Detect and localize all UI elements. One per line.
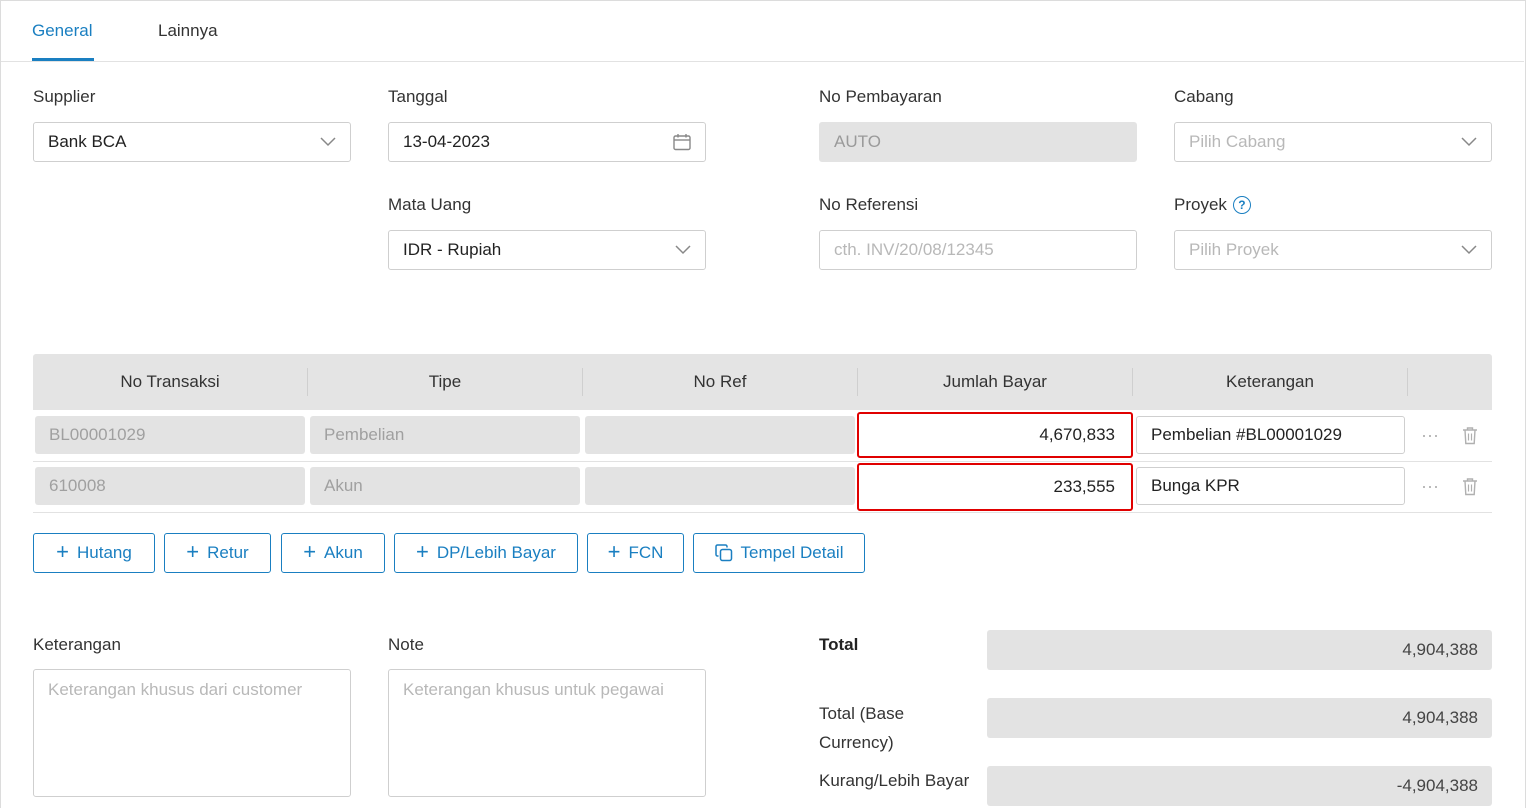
kurang-lebih-bayar-label: Kurang/Lebih Bayar: [819, 771, 970, 790]
cabang-placeholder: Pilih Cabang: [1189, 132, 1286, 151]
no-pembayaran-label: No Pembayaran: [819, 87, 942, 106]
row-1-tipe: Pembelian: [310, 416, 580, 454]
no-referensi-input[interactable]: cth. INV/20/08/12345: [819, 230, 1137, 270]
plus-icon: +: [186, 539, 200, 564]
tanggal-label: Tanggal: [388, 87, 448, 106]
add-fcn-label: FCN: [628, 543, 664, 562]
proyek-label: Proyek?: [1174, 195, 1251, 215]
no-pembayaran-field: AUTO: [819, 122, 1137, 162]
total-base-label-line2: Currency): [819, 733, 894, 752]
add-akun-button[interactable]: + Akun: [281, 533, 385, 573]
column-header-tipe: Tipe: [428, 372, 462, 391]
no-referensi-placeholder: cth. INV/20/08/12345: [834, 240, 994, 259]
tab-general[interactable]: General: [32, 21, 92, 41]
add-fcn-button[interactable]: + FCN: [587, 533, 684, 573]
column-header-jumlah-bayar: Jumlah Bayar: [943, 372, 1047, 391]
tempel-detail-button[interactable]: Tempel Detail: [693, 533, 865, 573]
add-retur-button[interactable]: + Retur: [164, 533, 271, 573]
column-header-keterangan: Keterangan: [1226, 372, 1314, 391]
add-akun-label: Akun: [324, 543, 363, 562]
row-1-no-ref: [585, 416, 855, 454]
copy-icon: [714, 544, 733, 562]
proyek-select[interactable]: Pilih Proyek: [1174, 230, 1492, 270]
row-divider: [33, 512, 1492, 513]
detail-table-header: No Transaksi Tipe No Ref Jumlah Bayar Ke…: [33, 354, 1492, 410]
total-base-currency-label: Total (Base Currency): [819, 699, 904, 757]
help-icon[interactable]: ?: [1232, 196, 1251, 214]
tanggal-value: 13-04-2023: [403, 132, 490, 151]
plus-icon: +: [303, 539, 317, 564]
keterangan-textarea[interactable]: Keterangan khusus dari customer: [33, 669, 351, 797]
mata-uang-label: Mata Uang: [388, 195, 472, 214]
row-2-tipe: Akun: [310, 467, 580, 505]
trash-icon[interactable]: [1458, 424, 1482, 446]
supplier-label: Supplier: [33, 87, 96, 106]
add-hutang-label: Hutang: [77, 543, 132, 562]
row-1-keterangan-input[interactable]: Pembelian #BL00001029: [1136, 416, 1405, 454]
keterangan-label: Keterangan: [33, 635, 121, 654]
column-header-no-transaksi: No Transaksi: [120, 372, 220, 391]
note-textarea[interactable]: Keterangan khusus untuk pegawai: [388, 669, 706, 797]
proyek-placeholder: Pilih Proyek: [1189, 240, 1279, 259]
chevron-down-icon: [675, 245, 691, 255]
chevron-down-icon: [1461, 245, 1477, 255]
row-2-jumlah-bayar-input[interactable]: 233,555: [857, 463, 1133, 511]
supplier-select[interactable]: Bank BCA: [33, 122, 351, 162]
add-dp-lebih-bayar-label: DP/Lebih Bayar: [436, 543, 556, 562]
row-1-jumlah-bayar-input[interactable]: 4,670,833: [857, 412, 1133, 458]
cabang-select[interactable]: Pilih Cabang: [1174, 122, 1492, 162]
no-pembayaran-value: AUTO: [834, 132, 881, 151]
cabang-label: Cabang: [1174, 87, 1234, 106]
row-divider: [33, 461, 1492, 462]
total-value: 4,904,388: [987, 630, 1492, 670]
add-hutang-button[interactable]: + Hutang: [33, 533, 155, 573]
add-retur-label: Retur: [207, 543, 249, 562]
active-tab-indicator: [32, 58, 94, 61]
kurang-lebih-bayar-value: -4,904,388: [987, 766, 1492, 806]
mata-uang-select[interactable]: IDR - Rupiah: [388, 230, 706, 270]
total-base-label-line1: Total (Base: [819, 704, 905, 723]
column-separator: [1407, 368, 1408, 396]
add-dp-lebih-bayar-button[interactable]: + DP/Lebih Bayar: [394, 533, 578, 573]
chevron-down-icon: [1461, 137, 1477, 147]
supplier-value: Bank BCA: [48, 132, 127, 151]
total-label: Total: [819, 635, 859, 654]
plus-icon: +: [56, 539, 70, 564]
trash-icon[interactable]: [1458, 475, 1482, 497]
mata-uang-value: IDR - Rupiah: [403, 240, 502, 259]
more-icon[interactable]: ···: [1418, 424, 1442, 446]
tab-bar: General Lainnya: [1, 1, 1524, 62]
row-2-keterangan-input[interactable]: Bunga KPR: [1136, 467, 1405, 505]
row-2-no-ref: [585, 467, 855, 505]
plus-icon: +: [607, 539, 621, 564]
tempel-detail-label: Tempel Detail: [740, 543, 844, 562]
no-referensi-label: No Referensi: [819, 195, 919, 214]
proyek-label-text: Proyek: [1174, 195, 1227, 214]
plus-icon: +: [416, 539, 429, 564]
note-label: Note: [388, 635, 424, 654]
calendar-icon[interactable]: [673, 134, 691, 151]
total-base-currency-value: 4,904,388: [987, 698, 1492, 738]
column-header-no-ref: No Ref: [693, 372, 747, 391]
more-icon[interactable]: ···: [1418, 475, 1442, 497]
tanggal-datepicker[interactable]: 13-04-2023: [388, 122, 706, 162]
row-1-no-transaksi: BL00001029: [35, 416, 305, 454]
row-2-no-transaksi: 610008: [35, 467, 305, 505]
tab-lainnya[interactable]: Lainnya: [158, 21, 218, 41]
chevron-down-icon: [320, 137, 336, 147]
